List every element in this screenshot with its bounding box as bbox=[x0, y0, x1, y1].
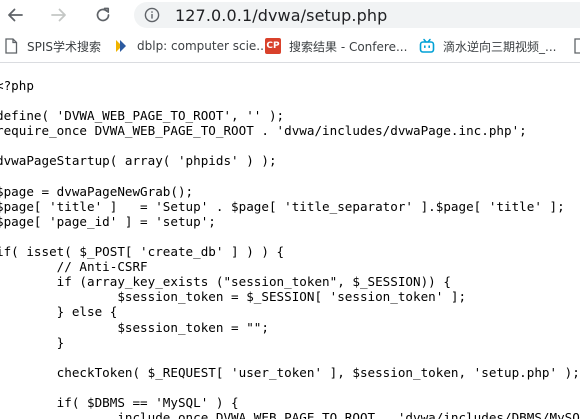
code-line: $session_token = $_SESSION[ 'session_tok… bbox=[0, 289, 467, 305]
bookmarks-bar: SPIS学术搜索 dblp: computer scie... CP 搜索结果 … bbox=[0, 30, 580, 63]
back-button[interactable] bbox=[2, 3, 28, 27]
php-source-code: <?php define( 'DVWA_WEB_PAGE_TO_ROOT', '… bbox=[0, 78, 580, 419]
code-line: $page[ 'title' ] = 'Setup' . $page[ 'tit… bbox=[0, 198, 565, 214]
bookmark-label: 滴水逆向三期视频_... bbox=[443, 39, 557, 54]
code-line: <?php bbox=[0, 78, 34, 93]
code-line: checkToken( $_REQUEST[ 'user_token' ], $… bbox=[0, 364, 580, 380]
code-line: define( 'DVWA_WEB_PAGE_TO_ROOT', '' ); bbox=[0, 108, 285, 124]
code-line: $page[ 'page_id' ] = 'setup'; bbox=[0, 213, 216, 229]
code-line: // Anti-CSRF bbox=[0, 259, 148, 275]
bookmark-label: SPIS学术搜索 bbox=[27, 39, 102, 54]
browser-toolbar: 127.0.0.1/dvwa/setup.php bbox=[0, 0, 580, 30]
site-info-icon[interactable] bbox=[143, 6, 161, 24]
bookmark-video[interactable]: 滴水逆向三期视频_... bbox=[419, 36, 556, 56]
cp-logo-icon: CP bbox=[265, 38, 281, 54]
code-line: } else { bbox=[0, 304, 118, 320]
bilibili-tv-icon bbox=[419, 38, 435, 54]
url-text[interactable]: 127.0.0.1/dvwa/setup.php bbox=[175, 6, 387, 25]
code-line: $session_token = ""; bbox=[0, 319, 269, 335]
code-line: if( isset( $_POST[ 'create_db' ] ) ) { bbox=[0, 244, 285, 260]
bookmark-conference[interactable]: CP 搜索结果 - Confere... bbox=[265, 36, 407, 56]
dblp-logo-icon bbox=[113, 38, 129, 54]
code-line: } bbox=[0, 334, 65, 350]
bookmark-page-icon bbox=[572, 38, 580, 54]
bookmark-spis[interactable]: SPIS学术搜索 bbox=[3, 36, 101, 56]
arrow-left-icon bbox=[8, 8, 23, 22]
page-content: <?php define( 'DVWA_WEB_PAGE_TO_ROOT', '… bbox=[0, 63, 580, 419]
reload-icon bbox=[96, 7, 110, 22]
code-line: require_once DVWA_WEB_PAGE_TO_ROOT . 'dv… bbox=[0, 123, 527, 139]
address-bar[interactable]: 127.0.0.1/dvwa/setup.php bbox=[134, 2, 580, 28]
bookmark-dblp[interactable]: dblp: computer scie... bbox=[113, 36, 268, 56]
forward-button[interactable] bbox=[46, 3, 72, 27]
reload-button[interactable] bbox=[90, 3, 116, 27]
code-line: if( $DBMS == 'MySQL' ) { bbox=[0, 394, 239, 410]
bookmark-label: dblp: computer scie... bbox=[137, 39, 268, 53]
code-line: $page = dvwaPageNewGrab(); bbox=[0, 183, 194, 199]
code-line: include_once DVWA_WEB_PAGE_TO_ROOT . 'dv… bbox=[0, 410, 580, 419]
arrow-right-icon bbox=[51, 8, 66, 22]
cp-logo-mark: CP bbox=[265, 38, 281, 54]
bookmark-page-icon bbox=[3, 38, 19, 54]
bookmark-label: 搜索结果 - Confere... bbox=[289, 39, 408, 54]
code-line: dvwaPageStartup( array( 'phpids' ) ); bbox=[0, 153, 277, 169]
bookmark-extra[interactable] bbox=[572, 36, 580, 56]
code-line: if (array_key_exists ("session_token", $… bbox=[0, 274, 451, 290]
